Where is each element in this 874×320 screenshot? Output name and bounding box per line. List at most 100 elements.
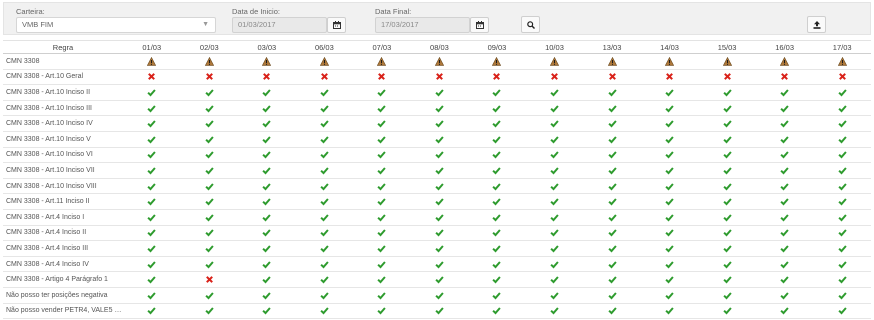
status-cell xyxy=(583,146,641,163)
check-icon xyxy=(205,307,214,315)
check-icon xyxy=(550,89,559,97)
data-inicio-field[interactable]: 01/03/2017 xyxy=(232,17,327,33)
status-cell xyxy=(583,302,641,320)
check-icon xyxy=(550,292,559,300)
status-cell xyxy=(238,255,296,272)
check-icon xyxy=(665,198,674,206)
check-icon xyxy=(492,120,502,128)
status-cell xyxy=(353,53,411,70)
check-icon xyxy=(607,136,617,144)
status-cell xyxy=(640,208,699,226)
check-icon xyxy=(550,120,559,128)
status-cell xyxy=(698,68,756,85)
check-icon xyxy=(838,198,847,206)
status-cell xyxy=(755,286,814,303)
status-cell xyxy=(583,208,641,226)
data-final-calendar-button[interactable] xyxy=(470,17,489,33)
status-cell xyxy=(698,255,756,272)
check-icon xyxy=(838,167,847,175)
status-cell xyxy=(353,255,411,272)
rule-label: CMN 3308 - Art.10 Inciso VIII xyxy=(3,177,123,194)
export-button[interactable] xyxy=(807,16,826,33)
status-cell xyxy=(123,255,181,272)
check-icon xyxy=(550,276,559,284)
check-icon xyxy=(147,307,156,315)
check-icon xyxy=(320,229,329,237)
check-icon xyxy=(377,104,387,113)
column-header-date: 10/03 xyxy=(525,40,584,54)
check-icon xyxy=(838,182,847,191)
check-icon xyxy=(492,198,502,206)
check-icon xyxy=(147,167,156,175)
check-icon xyxy=(722,136,732,144)
rule-label: CMN 3308 - Art.10 Inciso III xyxy=(3,99,123,116)
warning-icon xyxy=(837,56,847,66)
status-cell xyxy=(640,146,699,163)
status-cell xyxy=(755,84,814,101)
status-cell xyxy=(640,130,699,148)
check-icon xyxy=(838,292,847,300)
column-header-date: 16/03 xyxy=(755,40,814,54)
check-icon xyxy=(780,104,789,113)
check-icon xyxy=(320,89,329,97)
check-icon xyxy=(780,292,789,300)
status-cell xyxy=(468,68,526,85)
status-cell xyxy=(525,177,584,194)
status-cell xyxy=(353,286,411,303)
status-cell xyxy=(295,130,354,148)
status-cell xyxy=(410,84,469,101)
check-icon xyxy=(838,229,847,237)
status-cell xyxy=(180,286,239,303)
check-icon xyxy=(320,307,329,315)
status-cell xyxy=(640,286,699,303)
status-cell xyxy=(698,286,756,303)
search-button[interactable] xyxy=(521,16,540,33)
check-icon xyxy=(665,245,674,253)
status-cell xyxy=(755,302,814,320)
check-icon xyxy=(665,260,674,268)
table-row: CMN 3308 - Art.10 Inciso IV xyxy=(3,115,871,132)
status-cell xyxy=(813,162,871,179)
check-icon xyxy=(838,214,847,222)
check-icon xyxy=(550,260,559,268)
warning-icon xyxy=(549,56,559,66)
check-icon xyxy=(492,229,502,237)
check-icon xyxy=(262,245,271,253)
check-icon xyxy=(780,214,789,222)
data-final-field[interactable]: 17/03/2017 xyxy=(375,17,470,33)
cross-icon xyxy=(551,73,558,81)
check-icon xyxy=(722,104,732,113)
check-icon xyxy=(435,245,444,253)
data-inicio-calendar-button[interactable] xyxy=(327,17,346,33)
check-icon xyxy=(665,167,674,175)
status-cell xyxy=(813,146,871,163)
status-cell xyxy=(353,224,411,241)
rule-label: CMN 3308 - Art.4 Inciso IV xyxy=(3,255,123,272)
cross-icon xyxy=(608,73,616,81)
carteira-select[interactable]: VMB FIM ▼ xyxy=(16,17,216,33)
status-cell xyxy=(755,68,814,85)
check-icon xyxy=(550,229,559,237)
status-cell xyxy=(698,130,756,148)
status-cell xyxy=(583,286,641,303)
rule-label: CMN 3308 - Art.10 Inciso VII xyxy=(3,162,123,179)
rule-label: CMN 3308 - Art.10 Inciso IV xyxy=(3,115,123,132)
check-icon xyxy=(665,89,674,97)
check-icon xyxy=(377,136,387,144)
status-cell xyxy=(238,84,296,101)
check-icon xyxy=(665,292,674,300)
check-icon xyxy=(147,276,156,284)
check-icon xyxy=(780,182,789,191)
check-icon xyxy=(492,136,502,144)
status-cell xyxy=(180,208,239,226)
status-cell xyxy=(698,99,756,116)
warning-icon xyxy=(377,56,387,66)
status-cell xyxy=(583,240,641,257)
check-icon xyxy=(262,260,271,268)
status-cell xyxy=(410,146,469,163)
check-icon xyxy=(492,167,502,175)
column-header-regra: Regra xyxy=(3,40,123,54)
rule-label: CMN 3308 - Art.10 Geral xyxy=(3,68,123,85)
status-cell xyxy=(410,193,469,210)
status-cell xyxy=(468,177,526,194)
